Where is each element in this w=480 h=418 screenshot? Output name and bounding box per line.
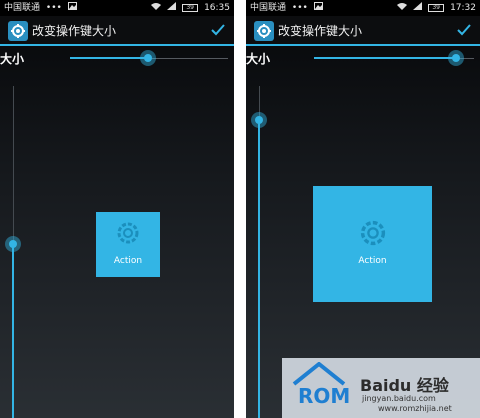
gear-icon[interactable]: [8, 21, 28, 41]
size-slider-thumb[interactable]: [448, 50, 464, 66]
gear-icon[interactable]: [254, 21, 274, 41]
size-slider-thumb[interactable]: [140, 50, 156, 66]
picture-icon: [67, 0, 77, 16]
action-button-label: Action: [358, 256, 387, 266]
watermark-rom: ROM: [298, 384, 351, 408]
action-button-label: Action: [113, 256, 143, 266]
size-label: 大小: [0, 52, 25, 66]
phone-screen-left: 中国联通 ••• 39 16:35 改变操作键大小 大小 Action: [0, 0, 234, 418]
action-button-preview[interactable]: Action: [96, 212, 160, 277]
page-title: 改变操作键大小: [278, 24, 363, 38]
check-icon[interactable]: [456, 22, 472, 42]
position-slider-fill: [258, 120, 260, 418]
size-slider-fill: [70, 57, 148, 59]
signal-icon: [167, 0, 177, 16]
notification-dots: •••: [45, 3, 62, 13]
watermark: ROM Baidu 经验 jingyan.baidu.com www.romzh…: [282, 358, 480, 418]
position-slider-fill: [12, 244, 14, 418]
clock: 16:35: [204, 3, 230, 13]
clock: 17:32: [450, 3, 476, 13]
size-slider-track[interactable]: [148, 58, 228, 59]
watermark-jingyan: jingyan.baidu.com: [362, 394, 436, 403]
carrier-label: 中国联通: [4, 3, 41, 13]
status-bar: 中国联通 ••• 39 17:32: [246, 0, 480, 16]
signal-icon: [413, 0, 423, 16]
notification-dots: •••: [291, 3, 308, 13]
position-slider-track[interactable]: [13, 86, 14, 244]
status-bar: 中国联通 ••• 39 16:35: [0, 0, 234, 16]
watermark-baidu: Baidu 经验: [360, 376, 449, 395]
watermark-zhijia: www.romzhijia.net: [378, 404, 452, 413]
size-label: 大小: [246, 52, 271, 66]
battery-icon: 39: [428, 4, 445, 12]
position-slider-thumb[interactable]: [5, 236, 21, 252]
gear-icon: [115, 220, 141, 249]
picture-icon: [313, 0, 323, 16]
action-bar: 改变操作键大小: [246, 16, 480, 46]
action-button-preview[interactable]: Action: [313, 186, 432, 302]
action-bar: 改变操作键大小: [0, 16, 234, 46]
gear-icon: [358, 218, 388, 251]
carrier-label: 中国联通: [250, 3, 287, 13]
wifi-icon: [397, 0, 408, 16]
battery-icon: 39: [182, 4, 199, 12]
check-icon[interactable]: [210, 22, 226, 42]
wifi-icon: [151, 0, 162, 16]
page-title: 改变操作键大小: [32, 24, 117, 38]
phone-screen-right: 中国联通 ••• 39 17:32 改变操作键大小 大小 Action: [246, 0, 480, 418]
position-slider-thumb[interactable]: [251, 112, 267, 128]
size-slider-fill: [314, 57, 456, 59]
